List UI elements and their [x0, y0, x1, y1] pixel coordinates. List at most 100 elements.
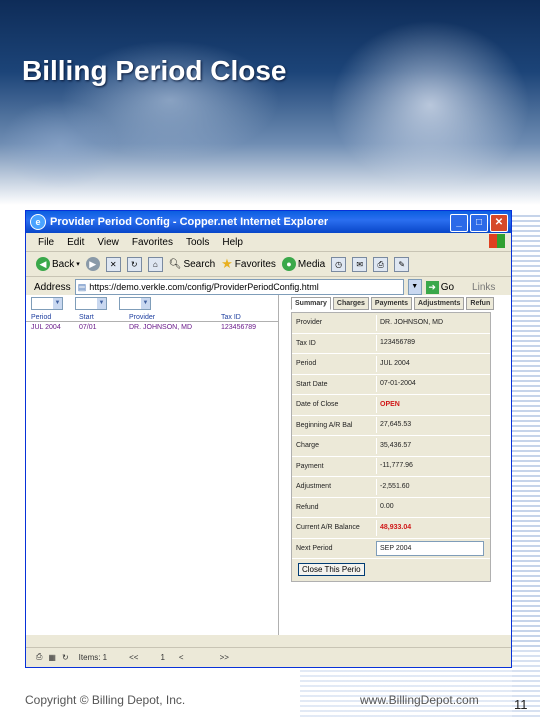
links-button[interactable]: Links [472, 282, 495, 293]
field-label: Adjustment [296, 483, 332, 491]
mail-icon[interactable]: ✉ [352, 256, 368, 272]
filter-row [26, 295, 278, 310]
go-arrow-icon: ➜ [425, 280, 439, 294]
last-page-button[interactable]: >> [220, 653, 229, 662]
menu-file[interactable]: File [38, 237, 54, 248]
refresh-icon[interactable]: ↻ [126, 256, 142, 272]
page-number: 1 [160, 652, 165, 662]
tab-adjustments[interactable]: Adjustments [414, 297, 465, 310]
back-arrow-icon: ◀ [36, 257, 50, 271]
banner-photo-shape [0, 100, 120, 190]
column-header[interactable]: Provider [129, 314, 221, 321]
field-value: 27,645.53 [376, 417, 490, 434]
ie-icon: e [30, 214, 46, 230]
tab-refunds[interactable]: Refun [466, 297, 495, 310]
refresh-icon[interactable]: ↻ [62, 653, 69, 662]
favorites-button[interactable]: ★ Favorites [221, 256, 276, 272]
cell-tax-id: 123456789 [221, 324, 257, 331]
close-period-button[interactable]: Close This Perio [298, 563, 365, 576]
form-row-current-balance: Current A/R Balance 48,933.04 [292, 518, 490, 539]
field-value: JUL 2004 [376, 355, 490, 372]
field-label: Tax ID [296, 339, 316, 347]
balance-value: 48,933.04 [376, 519, 490, 536]
field-value: 0.00 [376, 499, 490, 516]
field-label: Current A/R Balance [296, 524, 360, 532]
media-label: Media [297, 258, 326, 270]
column-header[interactable]: Period [31, 314, 79, 321]
filter-provider-select[interactable] [119, 297, 151, 310]
back-label: Back [52, 258, 75, 270]
menu-tools[interactable]: Tools [186, 237, 209, 248]
field-value: 07-01-2004 [376, 376, 490, 393]
field-value: 35,436.57 [376, 437, 490, 454]
form-row-tax-id: Tax ID 123456789 [292, 334, 490, 354]
menu-view[interactable]: View [97, 237, 119, 248]
field-value: -2,551.60 [376, 478, 490, 495]
field-label: Next Period [296, 544, 333, 552]
maximize-button[interactable]: □ [470, 214, 488, 232]
menu-favorites[interactable]: Favorites [132, 237, 173, 248]
table-row[interactable]: JUL 2004 07/01 DR. JOHNSON, MD 123456789 [26, 324, 278, 331]
field-label: Period [296, 360, 317, 368]
page-icon: ▤ [77, 282, 87, 292]
search-icon: 🔍︎ [168, 258, 182, 270]
menu-help[interactable]: Help [222, 237, 243, 248]
forward-button[interactable]: ▶ [85, 257, 100, 271]
column-header[interactable]: Tax ID [221, 314, 276, 321]
form-row-payment: Payment -11,777.96 [292, 457, 490, 477]
tab-charges[interactable]: Charges [332, 297, 369, 310]
form-row-next-period: Next Period SEP 2004 [292, 539, 490, 559]
export-icon[interactable]: ▦ [48, 653, 56, 662]
go-button[interactable]: ➜ Go [425, 280, 454, 294]
form-row-date-of-close: Date of Close OPEN [292, 395, 490, 416]
home-icon[interactable]: ⌂ [147, 256, 163, 272]
decorative-stripes [512, 215, 540, 720]
print-icon[interactable]: ⎙ [36, 652, 42, 662]
windows-logo-icon [489, 234, 505, 248]
status-bar: ⎙ ▦ ↻ Items: 1 << 1 < >> [26, 647, 511, 666]
tab-payments[interactable]: Payments [370, 297, 412, 310]
menu-edit[interactable]: Edit [67, 237, 84, 248]
history-icon[interactable]: ◷ [331, 256, 347, 272]
field-value: DR. JOHNSON, MD [376, 314, 490, 331]
media-button[interactable]: ● Media [281, 257, 326, 271]
next-period-input[interactable]: SEP 2004 [376, 540, 484, 556]
field-label: Charge [296, 442, 319, 450]
address-dropdown[interactable]: ▼ [407, 279, 422, 295]
slide-title: Billing Period Close [22, 55, 287, 86]
column-header[interactable]: Start [79, 314, 129, 321]
close-button[interactable]: ✕ [490, 214, 508, 232]
form-row-adjustment: Adjustment -2,551.60 [292, 477, 490, 498]
cell-start: 07/01 [79, 324, 97, 331]
first-page-button[interactable]: << [129, 653, 138, 662]
edit-icon[interactable]: ✎ [394, 256, 410, 272]
tab-summary[interactable]: Summary [291, 297, 331, 310]
status-value: OPEN [376, 396, 490, 413]
back-button[interactable]: ◀ Back ▾ [36, 257, 80, 271]
summary-form: Provider DR. JOHNSON, MD Tax ID 12345678… [291, 312, 491, 582]
grid-header: Period Start Provider Tax ID [26, 314, 278, 322]
form-row-charge: Charge 35,436.57 [292, 436, 490, 457]
minimize-button[interactable]: _ [450, 214, 468, 232]
stop-icon[interactable]: ✕ [105, 256, 121, 272]
detail-tabs: Summary Charges Payments Adjustments Ref… [291, 297, 511, 310]
prev-page-button[interactable]: < [179, 653, 184, 662]
period-detail-pane: Summary Charges Payments Adjustments Ref… [291, 297, 511, 635]
items-count: Items: 1 [78, 652, 108, 662]
address-url: https://demo.verkle.com/config/ProviderP… [89, 282, 319, 292]
address-label: Address [34, 281, 71, 293]
filter-start-select[interactable] [75, 297, 107, 310]
search-button[interactable]: 🔍︎ Search [169, 259, 215, 270]
page-content: Period Start Provider Tax ID JUL 2004 07… [26, 295, 511, 635]
website-link: www.BillingDepot.com [360, 693, 479, 707]
field-value: 123456789 [376, 335, 490, 352]
print-icon[interactable]: ⎙ [373, 256, 389, 272]
filter-period-select[interactable] [31, 297, 63, 310]
form-row-beginning-balance: Beginning A/R Bal 27,645.53 [292, 416, 490, 436]
cell-provider: DR. JOHNSON, MD [129, 324, 192, 331]
field-label: Payment [296, 462, 324, 470]
field-label: Beginning A/R Bal [296, 421, 353, 429]
address-input[interactable]: ▤ https://demo.verkle.com/config/Provide… [74, 279, 404, 295]
form-row-period: Period JUL 2004 [292, 354, 490, 375]
menu-bar: File Edit View Favorites Tools Help [26, 233, 511, 252]
